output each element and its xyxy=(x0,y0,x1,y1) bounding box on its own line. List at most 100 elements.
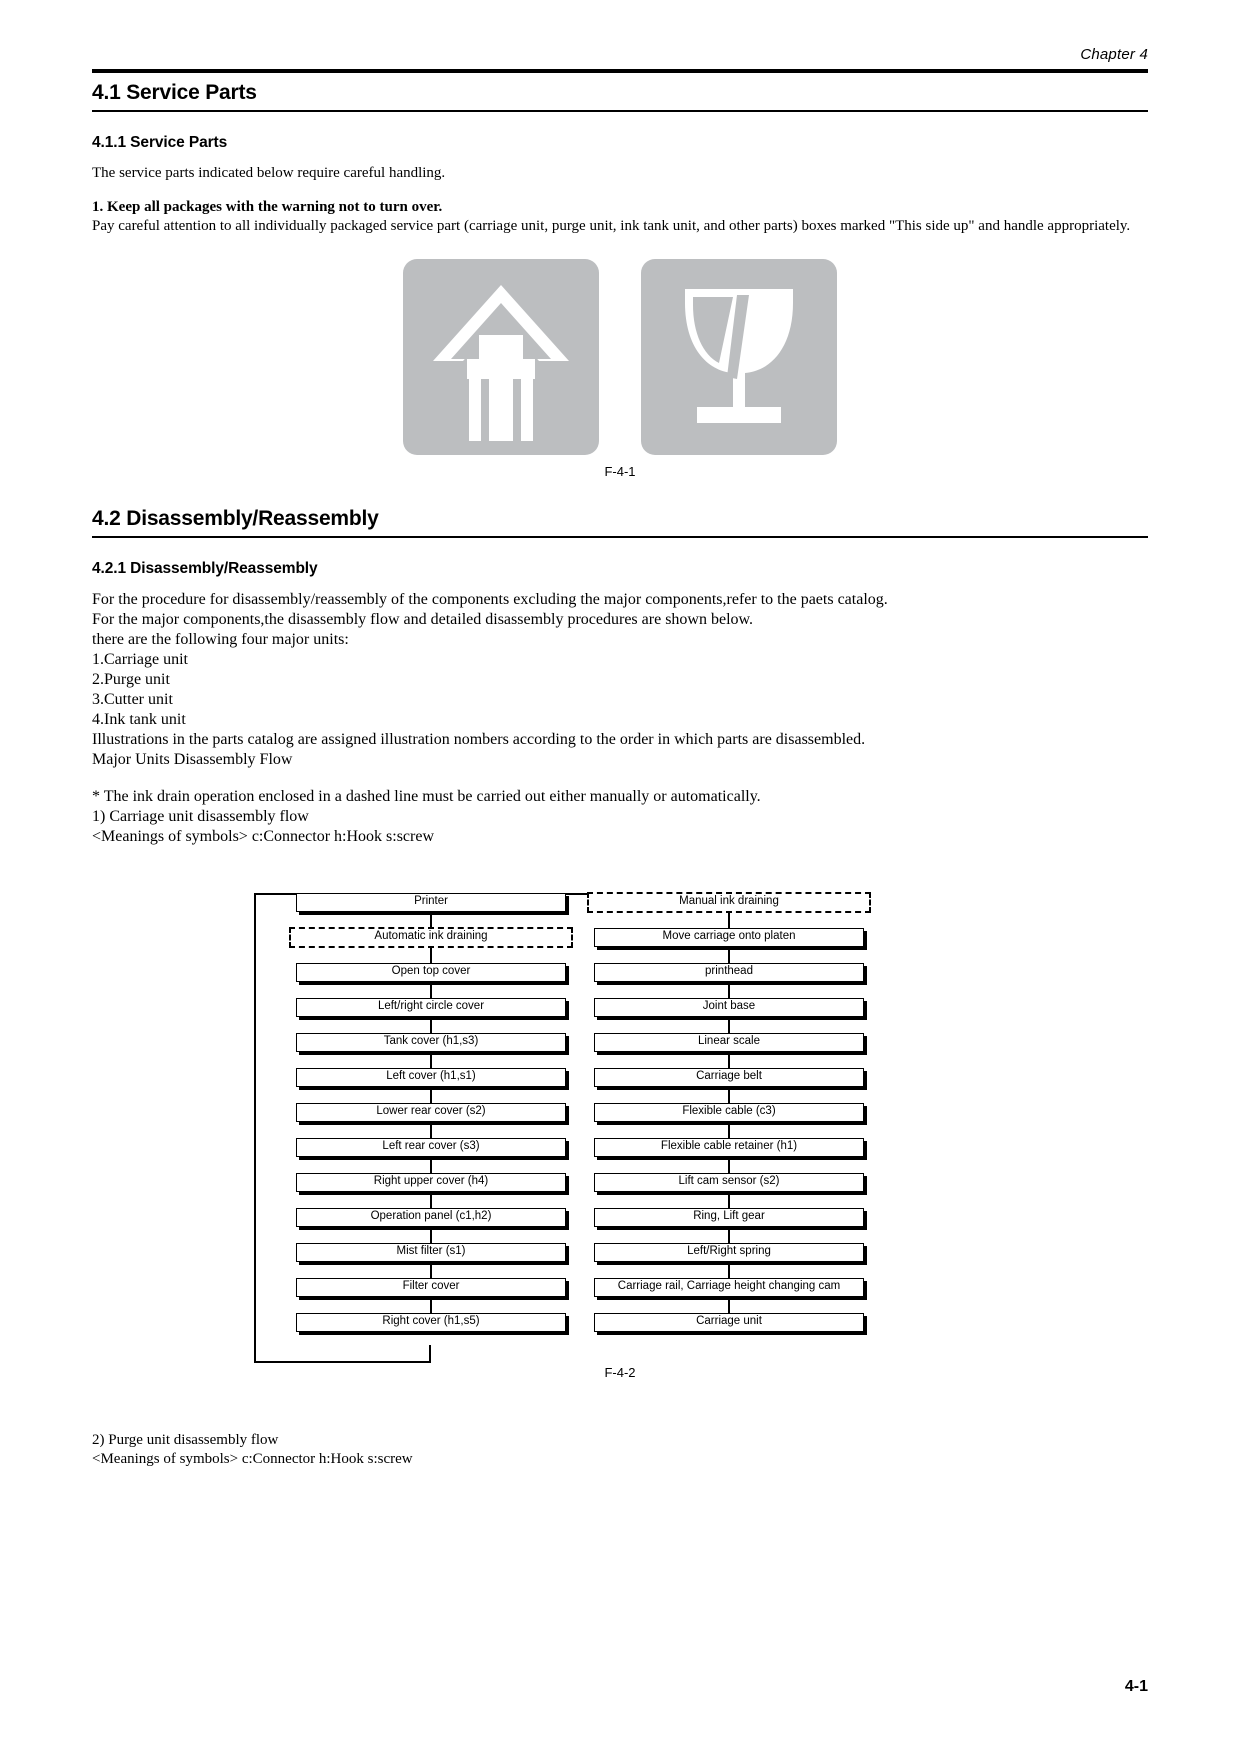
flow-node: Tank cover (h1,s3) xyxy=(296,1032,566,1068)
note-line: 1) Carriage unit disassembly flow xyxy=(92,807,309,825)
tail-line: 2) Purge unit disassembly flow xyxy=(92,1431,279,1448)
flow-node: Manual ink draining xyxy=(587,891,871,928)
flow-node: Right upper cover (h4) xyxy=(296,1172,566,1208)
intro-paragraph: The service parts indicated below requir… xyxy=(92,165,446,181)
list-item: 1.Carriage unit xyxy=(92,650,188,668)
flow-connector xyxy=(728,1226,730,1243)
flow-route-vertical xyxy=(254,892,256,1363)
flow-connector xyxy=(728,1086,730,1103)
flow-connector xyxy=(430,1226,432,1243)
flow-box-right-5: Carriage belt xyxy=(594,1067,864,1087)
flow-box-left-12: Right cover (h1,s5) xyxy=(296,1312,566,1332)
flow-node: Automatic ink draining xyxy=(289,926,573,963)
flow-box-left-0: Printer xyxy=(296,892,566,912)
heading-411: 4.1.1 Service Parts xyxy=(92,134,228,151)
flow-node: Filter cover xyxy=(296,1277,566,1313)
flow-box-right-9: Ring, Lift gear xyxy=(594,1207,864,1227)
flow-node: Left/right circle cover xyxy=(296,997,566,1033)
flow-node: Carriage unit xyxy=(594,1312,864,1332)
this-side-up-arrow-icon xyxy=(403,258,599,455)
flow-route-left-tail xyxy=(429,1344,431,1363)
document-page: Chapter 4 4.1 Service Parts 4.1.1 Servic… xyxy=(0,0,1240,1754)
body-line: Illustrations in the parts catalog are a… xyxy=(92,730,866,748)
warning-heading: 1. Keep all packages with the warning no… xyxy=(92,199,443,216)
flow-connector xyxy=(430,1261,432,1278)
page-title-section-42: 4.2 Disassembly/Reassembly xyxy=(92,507,1148,538)
flow-connector xyxy=(728,1191,730,1208)
flow-connector xyxy=(728,981,730,998)
flow-node: Joint base xyxy=(594,997,864,1033)
flow-connector xyxy=(728,1156,730,1173)
flow-node: Mist filter (s1) xyxy=(296,1242,566,1278)
disassembly-body-lines: For the procedure for disassembly/reasse… xyxy=(92,590,1148,770)
flow-node: Right cover (h1,s5) xyxy=(296,1312,566,1332)
figure-f-4-1 xyxy=(92,258,1148,455)
flow-box-left-4: Tank cover (h1,s3) xyxy=(296,1032,566,1052)
flow-node: Carriage rail, Carriage height changing … xyxy=(594,1277,864,1313)
flow-node: Left rear cover (s3) xyxy=(296,1137,566,1173)
flow-box-right-8: Lift cam sensor (s2) xyxy=(594,1172,864,1192)
flow-box-right-3: Joint base xyxy=(594,997,864,1017)
flow-box-right-12: Carriage unit xyxy=(594,1312,864,1332)
flow-connector xyxy=(430,1086,432,1103)
running-head: Chapter 4 xyxy=(1080,46,1148,63)
flow-box-right-7: Flexible cable retainer (h1) xyxy=(594,1137,864,1157)
body-line: For the procedure for disassembly/reasse… xyxy=(92,590,888,608)
flow-connector xyxy=(728,946,730,963)
purge-flow-lines: 2) Purge unit disassembly flow <Meanings… xyxy=(92,1431,1148,1470)
flow-node: Lower rear cover (s2) xyxy=(296,1102,566,1138)
page-number: 4-1 xyxy=(1124,1678,1148,1695)
list-item: 4.Ink tank unit xyxy=(92,710,186,728)
flow-box-right-0: Manual ink draining xyxy=(587,891,871,913)
flow-connector xyxy=(430,1156,432,1173)
flow-connector xyxy=(430,911,432,928)
flow-connector xyxy=(430,1051,432,1068)
flow-connector xyxy=(430,946,432,963)
figure-caption-f-4-2: F-4-2 xyxy=(604,1364,636,1380)
flow-box-left-7: Left rear cover (s3) xyxy=(296,1137,566,1157)
flow-node: Ring, Lift gear xyxy=(594,1207,864,1243)
flow-box-left-8: Right upper cover (h4) xyxy=(296,1172,566,1192)
list-item: 2.Purge unit xyxy=(92,670,170,688)
disassembly-note-lines: * The ink drain operation enclosed in a … xyxy=(92,787,1148,847)
flow-connector xyxy=(430,1121,432,1138)
flow-connector xyxy=(728,1051,730,1068)
flow-node: Left cover (h1,s1) xyxy=(296,1067,566,1103)
flow-box-right-2: printhead xyxy=(594,962,864,982)
flow-box-left-10: Mist filter (s1) xyxy=(296,1242,566,1262)
flow-box-right-1: Move carriage onto platen xyxy=(594,927,864,947)
flow-node: Linear scale xyxy=(594,1032,864,1068)
flow-connector xyxy=(728,1261,730,1278)
flow-connector xyxy=(430,1296,432,1313)
flow-box-left-3: Left/right circle cover xyxy=(296,997,566,1017)
heading-421: 4.2.1 Disassembly/Reassembly xyxy=(92,559,318,577)
flow-box-left-5: Left cover (h1,s1) xyxy=(296,1067,566,1087)
flow-connector xyxy=(430,1016,432,1033)
flow-node: Left/Right spring xyxy=(594,1242,864,1278)
flow-box-left-1: Automatic ink draining xyxy=(289,926,573,948)
flow-node: printhead xyxy=(594,962,864,998)
header-rule xyxy=(92,69,1148,73)
list-item: 3.Cutter unit xyxy=(92,690,173,708)
flow-box-left-9: Operation panel (c1,h2) xyxy=(296,1207,566,1227)
note-line: <Meanings of symbols> c:Connector h:Hook… xyxy=(92,827,434,845)
flow-route-bottom xyxy=(254,1360,431,1363)
page-title-section-41: 4.1 Service Parts xyxy=(92,81,1148,112)
flow-node: Operation panel (c1,h2) xyxy=(296,1207,566,1243)
figure-caption-f-4-1: F-4-1 xyxy=(604,463,636,479)
flow-connector xyxy=(728,1016,730,1033)
body-line: there are the following four major units… xyxy=(92,630,349,648)
flow-box-right-6: Flexible cable (c3) xyxy=(594,1102,864,1122)
flow-connector xyxy=(430,1191,432,1208)
flow-connector xyxy=(728,1121,730,1138)
figure-f-4-2: Printer Automatic ink draining Open top co… xyxy=(92,873,1148,1380)
flow-connector xyxy=(728,911,730,928)
flow-box-left-11: Filter cover xyxy=(296,1277,566,1297)
flow-node: Printer xyxy=(296,892,566,928)
flow-box-right-4: Linear scale xyxy=(594,1032,864,1052)
flow-connector xyxy=(430,981,432,998)
fragile-glass-icon xyxy=(641,258,837,455)
flow-box-left-2: Open top cover xyxy=(296,962,566,982)
flow-node: Open top cover xyxy=(296,962,566,998)
flow-node: Flexible cable retainer (h1) xyxy=(594,1137,864,1173)
